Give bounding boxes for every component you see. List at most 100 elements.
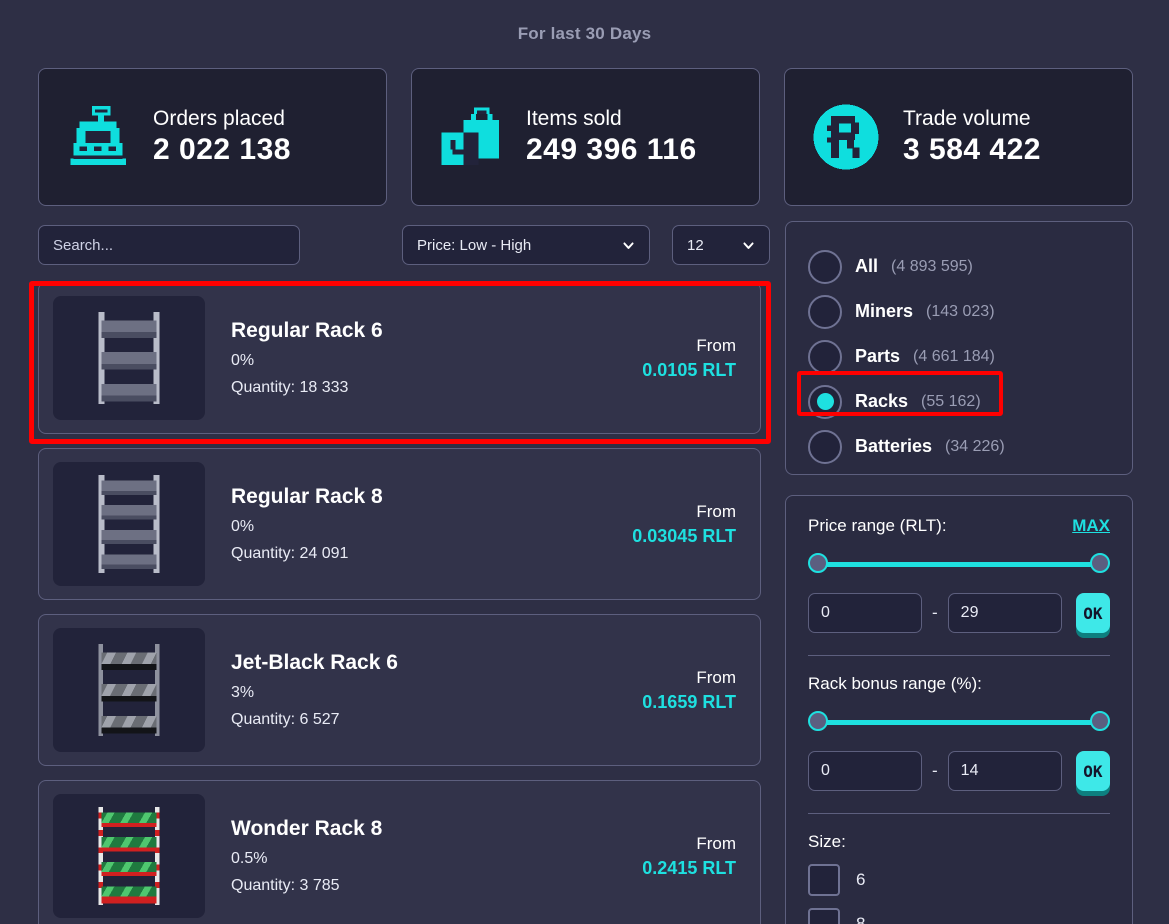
product-quantity: Quantity: 6 527 [231, 711, 340, 728]
category-count: (143 023) [926, 302, 995, 320]
price-range-label: Price range (RLT): [808, 516, 947, 535]
bonus-max-input[interactable] [947, 751, 1062, 791]
size-option-6[interactable]: 6 [808, 864, 1110, 896]
price-max-link[interactable]: MAX [1072, 516, 1110, 536]
product-name: Jet-Black Rack 6 [231, 651, 398, 674]
product-item-regular-rack-8[interactable]: Regular Rack 8 0% Quantity: 24 091 From … [38, 448, 761, 600]
bonus-min-input[interactable] [808, 751, 922, 791]
product-bonus: 0% [231, 518, 255, 535]
stat-text-orders-placed: Orders placed 2 022 138 [153, 107, 291, 167]
price-max-input[interactable] [947, 593, 1062, 633]
slider-handle-max[interactable] [1090, 553, 1110, 573]
price-min-input[interactable] [808, 593, 922, 633]
product-quantity: Quantity: 3 785 [231, 877, 340, 894]
price-range-slider[interactable] [808, 553, 1110, 575]
category-count: (4 893 595) [891, 257, 973, 275]
wonder-rack-8-icon [98, 806, 160, 906]
rlt-coin-icon [807, 98, 885, 176]
page-title: For last 30 Days [517, 24, 652, 43]
slider-handle-min[interactable] [808, 711, 828, 731]
stat-label: Orders placed [153, 107, 285, 130]
checkbox-icon[interactable] [808, 908, 840, 924]
price-value: 0.03045 RLT [632, 525, 736, 546]
price-from-label: From [696, 501, 736, 521]
toolbar: Price: Low - High 12 [38, 225, 770, 265]
product-info: Regular Rack 8 0% Quantity: 24 091 [231, 485, 383, 563]
category-label: Miners [855, 301, 914, 321]
slider-handle-max[interactable] [1090, 711, 1110, 731]
product-item-jet-black-rack-6[interactable]: Jet-Black Rack 6 3% Quantity: 6 527 From… [38, 614, 761, 766]
product-thumbnail [53, 794, 205, 918]
sort-select-value: Price: Low - High [417, 236, 532, 254]
product-bonus: 0% [231, 352, 255, 369]
bonus-range-slider[interactable] [808, 711, 1110, 733]
stat-text-trade-volume: Trade volume 3 584 422 [903, 107, 1041, 167]
filter-divider [808, 813, 1110, 814]
category-option-batteries[interactable]: Batteries (34 226) [808, 424, 1132, 469]
category-label: Parts [855, 346, 901, 366]
page-size-select[interactable]: 12 [672, 225, 770, 265]
stat-value: 249 396 116 [526, 133, 697, 166]
category-option-racks[interactable]: Racks (55 162) [808, 379, 1132, 424]
radio-dot [816, 393, 834, 410]
product-quantity: Quantity: 18 333 [231, 379, 349, 396]
product-thumbnail [53, 296, 205, 420]
checkbox-icon[interactable] [808, 864, 840, 896]
size-option-8[interactable]: 8 [808, 908, 1110, 924]
size-filter-label: Size: [808, 832, 846, 851]
stat-card-trade-volume: Trade volume 3 584 422 [784, 68, 1133, 206]
sort-select[interactable]: Price: Low - High [402, 225, 650, 265]
chevron-down-icon [623, 241, 634, 249]
range-dash: - [932, 603, 938, 622]
marketplace-page: For last 30 Days Orders placed 2 022 138… [0, 0, 1169, 924]
size-option-label: 8 [856, 914, 866, 924]
category-label: Racks [855, 391, 909, 411]
product-name: Wonder Rack 8 [231, 817, 383, 840]
radio-icon-selected [808, 384, 842, 419]
price-range-header: Price range (RLT): MAX [808, 516, 1110, 536]
category-option-parts[interactable]: Parts (4 661 184) [808, 334, 1132, 379]
stat-card-items-sold: Items sold 249 396 116 [411, 68, 760, 206]
category-label: Batteries [855, 436, 933, 456]
radio-icon [808, 249, 842, 284]
slider-handle-min[interactable] [808, 553, 828, 573]
category-option-miners[interactable]: Miners (143 023) [808, 289, 1132, 334]
price-ok-button[interactable]: OK [1075, 593, 1110, 633]
radio-icon [808, 294, 842, 329]
product-bonus: 3% [231, 684, 255, 701]
size-option-label: 6 [856, 870, 866, 889]
slider-track [817, 720, 1101, 725]
price-from-label: From [696, 335, 736, 355]
product-price-block: From 0.03045 RLT [632, 502, 746, 547]
category-filter-panel: All (4 893 595) Miners (143 023) Parts (… [785, 221, 1133, 475]
category-count: (4 661 184) [913, 347, 995, 365]
product-quantity: Quantity: 24 091 [231, 545, 349, 562]
category-label: All [855, 256, 879, 276]
stat-label: Items sold [526, 107, 622, 130]
product-item-regular-rack-6[interactable]: Regular Rack 6 0% Quantity: 18 333 From … [38, 282, 761, 434]
product-bonus: 0.5% [231, 850, 268, 867]
stats-row: Orders placed 2 022 138 Items sold 249 3… [38, 68, 1133, 206]
product-price-block: From 0.0105 RLT [642, 336, 746, 381]
filter-divider [808, 655, 1110, 656]
price-from-label: From [696, 667, 736, 687]
price-range-inputs: - OK [808, 593, 1110, 633]
regular-rack-6-icon [98, 311, 160, 405]
product-name: Regular Rack 8 [231, 485, 383, 508]
product-list: Regular Rack 6 0% Quantity: 18 333 From … [38, 282, 761, 924]
category-count: (34 226) [945, 437, 1005, 455]
stat-card-orders-placed: Orders placed 2 022 138 [38, 68, 387, 206]
stat-value: 3 584 422 [903, 133, 1041, 166]
category-option-all[interactable]: All (4 893 595) [808, 244, 1132, 289]
bonus-ok-button[interactable]: OK [1075, 751, 1110, 791]
price-value: 0.2415 RLT [642, 857, 736, 878]
product-info: Jet-Black Rack 6 3% Quantity: 6 527 [231, 651, 398, 729]
radio-icon [808, 429, 842, 464]
product-item-wonder-rack-8[interactable]: Wonder Rack 8 0.5% Quantity: 3 785 From … [38, 780, 761, 924]
slider-track [817, 562, 1101, 567]
range-filter-panel: Price range (RLT): MAX - OK Rack bonus r… [785, 495, 1133, 924]
stat-label: Trade volume [903, 107, 1031, 130]
search-input[interactable] [38, 225, 300, 265]
regular-rack-8-icon [98, 474, 160, 574]
range-dash: - [932, 761, 938, 780]
